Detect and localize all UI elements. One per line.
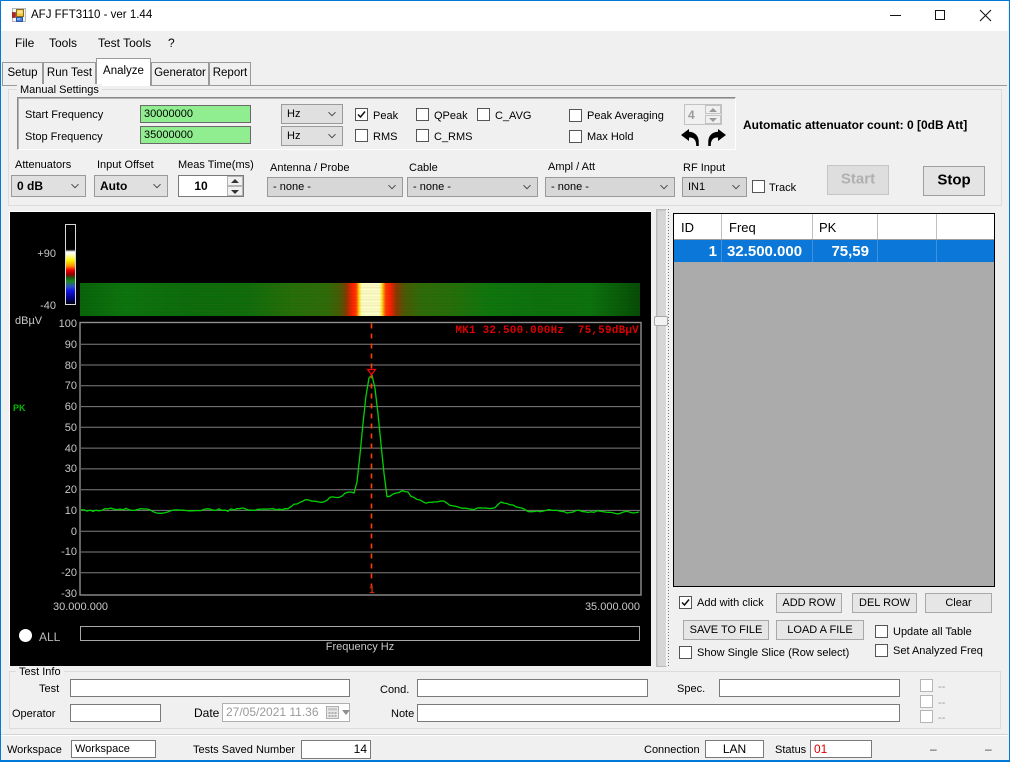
svg-text:1: 1: [369, 585, 375, 596]
